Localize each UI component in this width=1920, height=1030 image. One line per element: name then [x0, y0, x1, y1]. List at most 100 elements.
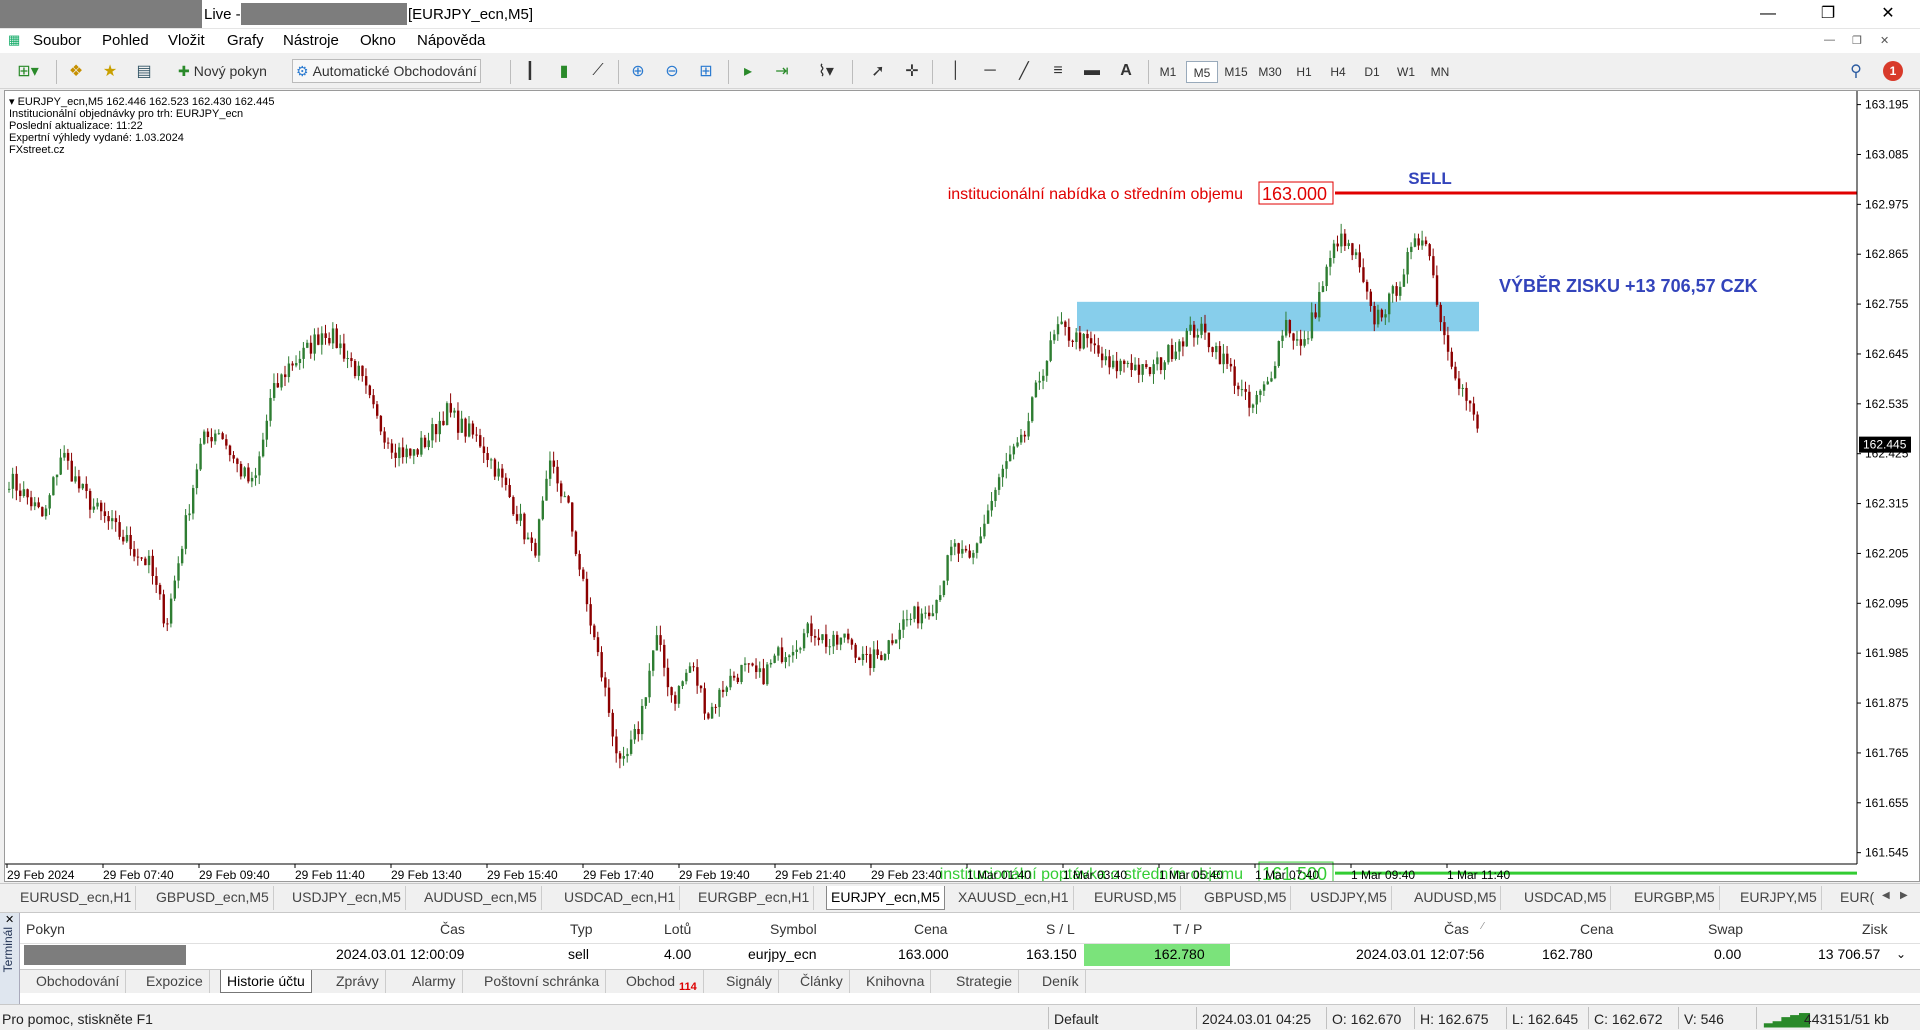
col-close-time[interactable]: Čas: [1444, 921, 1469, 937]
col-time[interactable]: Čas: [440, 921, 465, 937]
profiles-icon[interactable]: ❖: [64, 59, 88, 83]
tf-m5[interactable]: M5: [1186, 61, 1218, 83]
tf-m30[interactable]: M30: [1254, 61, 1286, 83]
auto-trading-button[interactable]: ⚙ Automatické Obchodování: [292, 59, 481, 83]
autoscroll-icon[interactable]: ▸: [736, 59, 760, 83]
chart-tab[interactable]: EURUSD,M5: [1090, 886, 1182, 910]
line-chart-icon[interactable]: ⟋: [586, 59, 610, 83]
terminal-tab-articles[interactable]: Články: [794, 970, 850, 993]
new-order-button[interactable]: ✚ Nový pokyn: [178, 59, 267, 83]
tf-m1[interactable]: M1: [1152, 61, 1184, 83]
search-icon[interactable]: ⚲: [1844, 59, 1868, 83]
horizontal-line-icon[interactable]: ─: [978, 59, 1002, 83]
candle-body: [655, 635, 659, 651]
tf-h1[interactable]: H1: [1288, 61, 1320, 83]
candle-body: [696, 667, 699, 686]
menu-nastroje[interactable]: Nástroje: [283, 32, 339, 49]
close-button[interactable]: ✕: [1868, 2, 1908, 26]
chart-tab[interactable]: EURGBP,M5: [1630, 886, 1720, 910]
menu-pohled[interactable]: Pohled: [102, 32, 149, 49]
terminal-tab-experts[interactable]: Strategie: [950, 970, 1020, 993]
mdi-minimize-button[interactable]: —: [1824, 34, 1835, 46]
chart-tab[interactable]: GBPUSD_ecn,M5: [152, 886, 274, 910]
col-symbol[interactable]: Symbol: [770, 921, 817, 937]
chart-tab[interactable]: EURGBP_ecn,H1: [694, 886, 815, 910]
terminal-tab-library[interactable]: Knihovna: [860, 970, 932, 993]
terminal-tab-mailbox[interactable]: Poštovní schránka: [478, 970, 607, 993]
mdi-restore-button[interactable]: ❐: [1852, 34, 1862, 47]
terminal-tab-signals[interactable]: Signály: [720, 970, 779, 993]
tabs-scroll-left-icon[interactable]: ◀: [1882, 890, 1890, 901]
terminal-close-icon[interactable]: ✕: [5, 913, 14, 926]
favorites-icon[interactable]: ★: [98, 59, 122, 83]
terminal-tab-journal[interactable]: Deník: [1036, 970, 1086, 993]
terminal-tab-exposure[interactable]: Expozice: [140, 970, 210, 993]
new-chart-icon[interactable]: ⊞▾: [10, 59, 46, 83]
tabs-scroll-right-icon[interactable]: ▶: [1900, 890, 1908, 901]
channel-icon[interactable]: ≡: [1046, 59, 1070, 83]
chart-tab[interactable]: USDJPY,M5: [1306, 886, 1392, 910]
terminal-tab-history[interactable]: Historie účtu: [220, 970, 312, 993]
zoom-out-icon[interactable]: ⊖: [660, 59, 684, 83]
candle-body: [390, 443, 394, 453]
terminal-tab-alerts[interactable]: Alarmy: [406, 970, 463, 993]
col-sl[interactable]: S / L: [1046, 921, 1075, 937]
chart-tab-active[interactable]: EURJPY_ecn,M5: [826, 886, 945, 910]
chart-tab[interactable]: AUDUSD,M5: [1410, 886, 1502, 910]
chart-window[interactable]: 163.000 institucionální nabídka o středn…: [4, 90, 1920, 882]
chart-menu-arrow-icon[interactable]: ▾: [9, 96, 18, 108]
trendline-icon[interactable]: ╱: [1012, 59, 1036, 83]
cursor-icon[interactable]: ➚: [866, 59, 890, 83]
chart-tab[interactable]: EUR(: [1836, 886, 1878, 910]
terminal-tab-market[interactable]: Obchod 114: [620, 970, 704, 993]
menu-okno[interactable]: Okno: [360, 32, 396, 49]
col-close-price[interactable]: Cena: [1580, 921, 1613, 937]
price-chart[interactable]: 163.000 institucionální nabídka o středn…: [5, 91, 1919, 881]
chart-shift-icon[interactable]: ⇥: [770, 59, 794, 83]
chart-tab[interactable]: USDCAD_ecn,H1: [560, 886, 681, 910]
minimize-button[interactable]: —: [1748, 2, 1788, 26]
candlestick-icon[interactable]: ▮: [552, 59, 576, 83]
indicators-icon[interactable]: ⌇▾: [808, 59, 844, 83]
chart-tab[interactable]: XAUUSD_ecn,H1: [954, 886, 1074, 910]
menu-grafy[interactable]: Grafy: [227, 32, 264, 49]
col-tp[interactable]: T / P: [1173, 921, 1202, 937]
col-lots[interactable]: Lotů: [664, 921, 691, 937]
col-swap[interactable]: Swap: [1708, 921, 1743, 937]
notification-icon[interactable]: 1: [1880, 59, 1906, 83]
menu-napoveda[interactable]: Nápověda: [417, 32, 485, 49]
tf-w1[interactable]: W1: [1390, 61, 1422, 83]
bar-chart-icon[interactable]: ┃: [518, 59, 542, 83]
chart-tab[interactable]: EURUSD_ecn,H1: [16, 886, 137, 910]
navigator-icon[interactable]: ▤: [132, 59, 156, 83]
tf-d1[interactable]: D1: [1356, 61, 1388, 83]
menu-vlozit[interactable]: Vložit: [168, 32, 205, 49]
row-expand-icon[interactable]: ⌄: [1896, 947, 1906, 961]
chart-tab[interactable]: USDCAD,M5: [1520, 886, 1612, 910]
col-price[interactable]: Cena: [914, 921, 947, 937]
terminal-tab-trade[interactable]: Obchodování: [30, 970, 127, 993]
maximize-button[interactable]: ❐: [1808, 2, 1848, 26]
tf-h4[interactable]: H4: [1322, 61, 1354, 83]
rectangle-icon[interactable]: ▬: [1080, 59, 1104, 83]
zoom-in-icon[interactable]: ⊕: [626, 59, 650, 83]
text-tool-icon[interactable]: A: [1114, 59, 1138, 83]
status-profile[interactable]: Default: [1054, 1011, 1098, 1027]
chart-tab[interactable]: EURJPY,M5: [1736, 886, 1822, 910]
chart-tab[interactable]: USDJPY_ecn,M5: [288, 886, 406, 910]
crosshair-icon[interactable]: ✛: [900, 59, 924, 83]
chart-tab[interactable]: GBPUSD,M5: [1200, 886, 1292, 910]
terminal-tab-news[interactable]: Zprávy: [330, 970, 386, 993]
col-order[interactable]: Pokyn: [26, 921, 65, 937]
col-type[interactable]: Typ: [570, 921, 593, 937]
menu-soubor[interactable]: Soubor: [33, 32, 81, 49]
vertical-line-icon[interactable]: │: [944, 59, 968, 83]
tf-m15[interactable]: M15: [1220, 61, 1252, 83]
chart-tab[interactable]: AUDUSD_ecn,M5: [420, 886, 542, 910]
table-row[interactable]: [20, 944, 1920, 967]
tile-windows-icon[interactable]: ⊞: [694, 59, 718, 83]
app-icon[interactable]: ▦: [8, 32, 20, 48]
mdi-close-button[interactable]: ✕: [1880, 34, 1889, 47]
tf-mn[interactable]: MN: [1424, 61, 1456, 83]
col-profit[interactable]: Zisk: [1862, 921, 1888, 937]
